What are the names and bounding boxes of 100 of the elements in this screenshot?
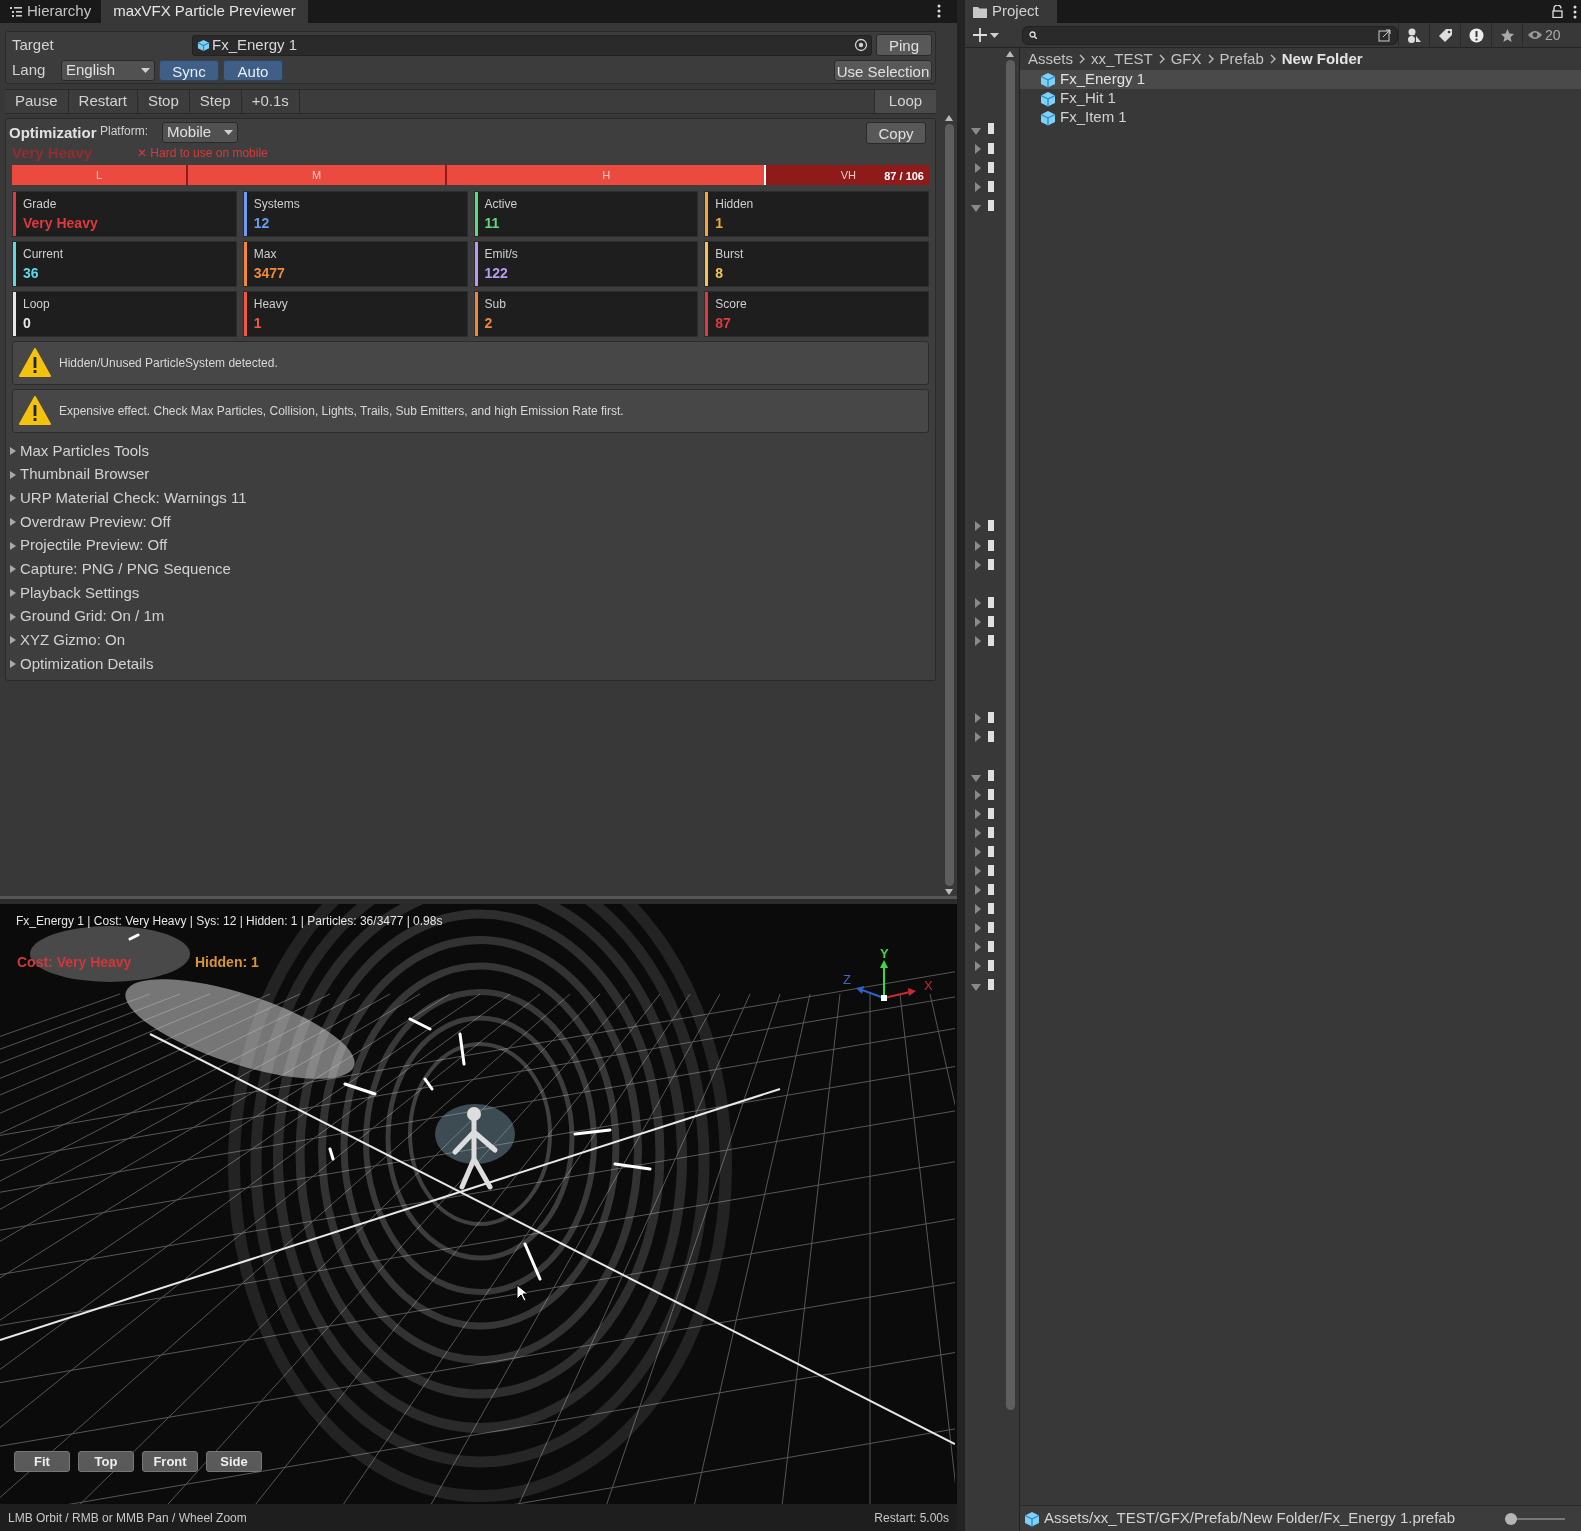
foldout-header[interactable]: Optimization Details xyxy=(9,652,932,676)
loop-toggle[interactable]: Loop xyxy=(874,90,936,113)
lock-icon[interactable] xyxy=(1552,5,1563,18)
stat-value: 1 xyxy=(253,314,263,333)
caret-icon xyxy=(990,32,999,38)
view-button[interactable]: Side xyxy=(206,1451,262,1472)
foldout-header[interactable]: Ground Grid: On / 1m xyxy=(9,604,932,629)
project-tab[interactable]: Project xyxy=(965,0,1057,23)
copy-button[interactable]: Copy xyxy=(866,122,926,144)
hidden-label: Hidden: 1 xyxy=(195,953,259,972)
breadcrumb-link[interactable]: xx_TEST xyxy=(1091,47,1153,71)
segment-label: L xyxy=(96,167,103,183)
collapsed-arrow-icon xyxy=(9,541,17,550)
cursor-icon xyxy=(516,1284,529,1302)
stat-label: Burst xyxy=(715,246,745,262)
stat-value: 11 xyxy=(484,214,501,233)
more-options-icon[interactable] xyxy=(1573,4,1577,19)
warning-icon xyxy=(19,348,51,378)
scrollbar-thumb[interactable] xyxy=(944,124,954,886)
foldout-header[interactable]: Overdraw Preview: Off xyxy=(9,510,932,534)
foldout-header[interactable]: Thumbnail Browser xyxy=(9,462,932,487)
chevron-icon xyxy=(1158,54,1165,64)
view-button[interactable]: Front xyxy=(142,1451,198,1472)
breadcrumb-link[interactable]: Assets xyxy=(1028,47,1073,71)
more-options-icon[interactable] xyxy=(937,4,941,18)
chevron-icon xyxy=(1269,54,1276,64)
warning-text: ✕ Hard to use on mobile xyxy=(137,145,268,162)
asset-item[interactable]: Fx_Hit 1 xyxy=(1020,89,1581,108)
stat-value: 36 xyxy=(23,264,40,283)
collapsed-arrow-icon xyxy=(9,660,17,669)
asset-item[interactable]: Fx_Item 1 xyxy=(1020,108,1581,127)
foldout-header[interactable]: Playback Settings xyxy=(9,581,932,605)
star-icon[interactable] xyxy=(1499,27,1515,43)
chevron-icon xyxy=(1079,54,1085,64)
axis-label: Z xyxy=(843,971,851,989)
toolbar-button[interactable]: +0.1s xyxy=(241,90,300,113)
use-selection-button[interactable]: Use Selection xyxy=(834,59,932,81)
caret-icon xyxy=(141,67,150,73)
stat-value: 3477 xyxy=(253,264,286,283)
stat-value: 87 xyxy=(715,314,732,333)
target-picker-icon[interactable] xyxy=(854,38,868,52)
segment-label: M xyxy=(311,167,322,183)
field-label: Target xyxy=(11,34,55,55)
controls-hint: LMB Orbit / RMB or MMB Pan / Wheel Zoom xyxy=(8,1509,247,1527)
foldout-header[interactable]: XYZ Gizmo: On xyxy=(9,628,932,653)
asset-item[interactable]: Fx_Energy 1 xyxy=(1020,70,1581,89)
expand-icon[interactable] xyxy=(1378,28,1391,42)
search-field[interactable] xyxy=(1022,25,1398,45)
stat-value: 0 xyxy=(23,314,32,333)
cost-label: Cost: Very Heavy xyxy=(17,953,132,972)
toggle-button[interactable]: Auto xyxy=(223,59,283,81)
collapsed-arrow-icon xyxy=(9,588,17,597)
tag-icon[interactable] xyxy=(1437,27,1453,43)
stat-label: Sub xyxy=(484,296,507,312)
section-title: Optimizatior xyxy=(9,123,98,143)
stat-value: 122 xyxy=(484,264,509,283)
overlay-info-text: Fx_Energy 1 | Cost: Very Heavy | Sys: 12 | Hidden: 1 | Particles: 36/3477 | 0.98s xyxy=(16,913,443,930)
toolbar-button[interactable]: Step xyxy=(189,90,242,113)
stat-value: 8 xyxy=(715,264,725,283)
toolbar-button[interactable]: Stop xyxy=(137,90,190,113)
breadcrumb-link[interactable]: New Folder xyxy=(1281,47,1363,71)
collapsed-arrow-icon xyxy=(9,517,17,526)
chevron-icon xyxy=(1207,54,1214,64)
view-button[interactable]: Fit xyxy=(14,1451,70,1472)
object-field[interactable]: Fx_Energy 1 xyxy=(192,34,872,56)
breadcrumb-link[interactable]: GFX xyxy=(1170,47,1202,71)
stat-label: Heavy xyxy=(253,296,289,312)
warning-circle-icon[interactable] xyxy=(1468,27,1484,43)
ping-button[interactable]: Ping xyxy=(876,34,932,56)
foldout-header[interactable]: Max Particles Tools xyxy=(9,439,932,463)
axis-label: X xyxy=(924,977,933,995)
stat-value: Very Heavy xyxy=(23,214,99,233)
stat-label: Score xyxy=(715,296,748,312)
cube-icon xyxy=(1040,90,1056,107)
toolbar-button[interactable]: Restart xyxy=(68,90,138,113)
stat-value: 2 xyxy=(484,314,494,333)
foldout-header[interactable]: Projectile Preview: Off xyxy=(9,533,932,558)
collapsed-arrow-icon xyxy=(9,494,17,503)
platform-dropdown[interactable]: Mobile xyxy=(162,122,238,143)
scroll-up-icon[interactable] xyxy=(1006,51,1014,57)
view-button[interactable]: Top xyxy=(78,1451,134,1472)
eye-icon[interactable] xyxy=(1527,29,1543,41)
toggle-button[interactable]: Sync xyxy=(159,59,219,81)
collapsed-arrow-icon xyxy=(9,470,17,479)
slider-thumb[interactable] xyxy=(1505,1512,1517,1525)
panel-tab[interactable]: maxVFX Particle Previewer xyxy=(101,0,308,23)
cube-icon xyxy=(1040,71,1056,88)
breadcrumb-link[interactable]: Prefab xyxy=(1219,47,1264,71)
stat-label: Loop xyxy=(23,296,51,312)
foldout-header[interactable]: Capture: PNG / PNG Sequence xyxy=(9,557,932,582)
shapes-icon[interactable] xyxy=(1406,27,1422,43)
language-dropdown[interactable]: English xyxy=(61,59,155,81)
scroll-up-icon[interactable] xyxy=(945,115,953,121)
toolbar-button[interactable]: Pause xyxy=(5,90,69,113)
folder-icon xyxy=(973,5,987,18)
scene-render-drawing[interactable] xyxy=(0,904,955,1504)
stat-label: Max xyxy=(253,246,278,262)
foldout-header[interactable]: URP Material Check: Warnings 11 xyxy=(9,486,932,511)
zoom-slider[interactable] xyxy=(1505,1512,1565,1525)
scrollbar-thumb[interactable] xyxy=(1005,60,1015,1410)
